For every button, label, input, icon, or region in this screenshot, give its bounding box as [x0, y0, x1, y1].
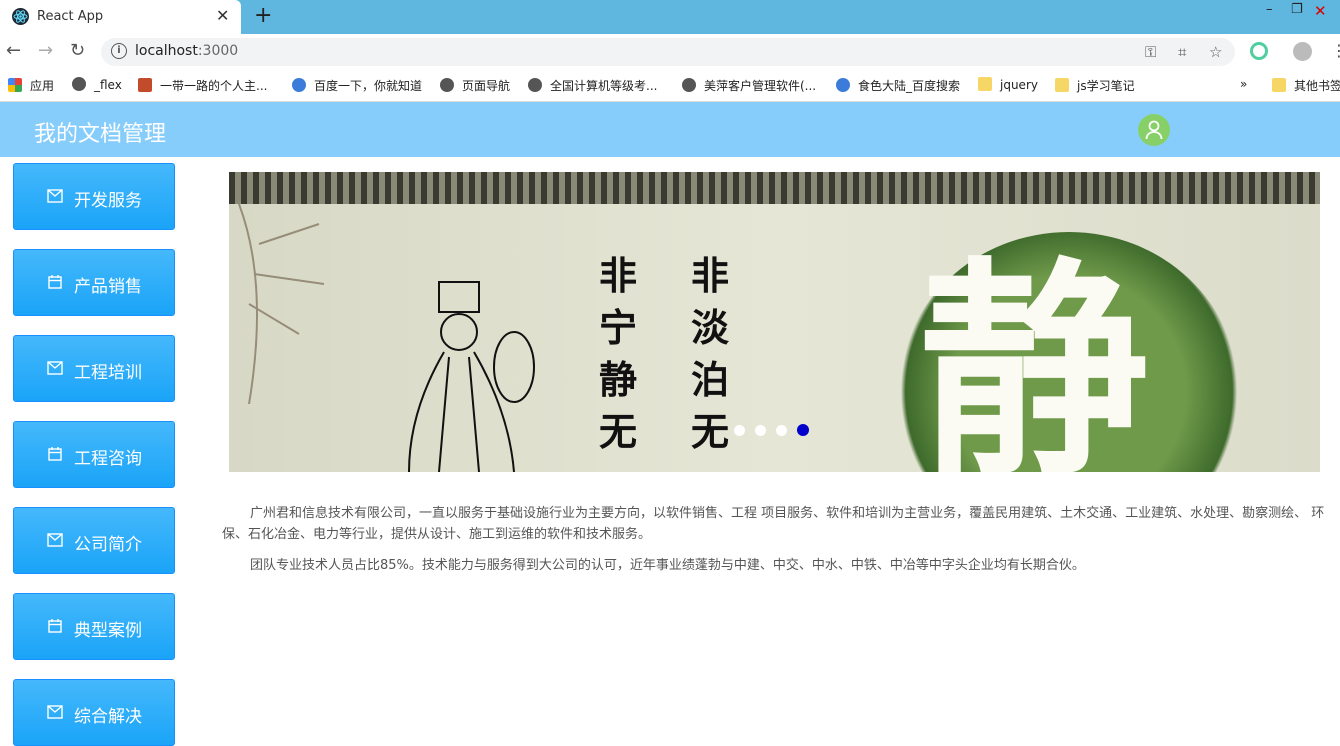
menu-kebab-icon[interactable]: ⋮ — [1331, 41, 1340, 60]
reload-icon[interactable]: ↻ — [70, 41, 85, 61]
intro-paragraph-2: 团队专业技术人员占比85%。技术能力与服务得到大公司的认可，近年事业绩蓬勃与中建… — [250, 558, 1085, 573]
folder-icon — [978, 77, 992, 91]
app-header: 我的文档管理 — [0, 102, 1340, 157]
browser-toolbar: ← → ↻ i localhost:3000 ⚿ ⌗ ☆ ⋮ — [0, 34, 1340, 70]
sidebar-item-dev-service[interactable]: 开发服务 — [13, 163, 175, 230]
mail-icon — [47, 189, 63, 203]
extension-icon[interactable] — [1250, 42, 1268, 60]
react-logo-icon — [12, 8, 29, 25]
banner-carousel: 非宁静无 非淡泊无 静 — [229, 172, 1320, 472]
poem-column-1: 非宁静无 — [599, 253, 638, 454]
bamboo-illustration — [238, 204, 325, 404]
bookmark-nav[interactable]: 页面导航 — [440, 77, 510, 94]
carousel-dot-3[interactable] — [776, 425, 787, 436]
bookmarks-bar: 应用 _flex 一带一路的个人主... 百度一下，你就知道 页面导航 全国计算… — [0, 70, 1340, 102]
apps-grid-icon — [8, 78, 22, 92]
user-avatar[interactable] — [1138, 114, 1170, 146]
mail-icon — [47, 533, 63, 547]
carousel-dot-4-active[interactable] — [797, 424, 809, 436]
sidebar-item-typical-cases[interactable]: 典型案例 — [13, 593, 175, 660]
window-close-button[interactable]: ✕ — [1314, 2, 1327, 20]
sidebar-item-label: 公司简介 — [74, 535, 142, 555]
intro-paragraph-1: 广州君和信息技术有限公司，一直以服务于基础设施行业为主要方向，以软件销售、工程 … — [222, 506, 1325, 542]
sidebar-item-company-profile[interactable]: 公司简介 — [13, 507, 175, 574]
bookmark-jquery[interactable]: jquery — [978, 77, 1038, 92]
baidu-paw-icon — [836, 78, 850, 92]
calligraphy-character: 静 — [919, 237, 1150, 472]
bookmark-baidu[interactable]: 百度一下，你就知道 — [292, 77, 422, 94]
globe-icon — [528, 78, 542, 92]
folder-icon — [1272, 78, 1286, 92]
star-icon[interactable]: ☆ — [1209, 43, 1222, 61]
bookmark-flex[interactable]: _flex — [72, 77, 122, 92]
calendar-icon — [48, 619, 62, 633]
translate-icon[interactable]: ⌗ — [1178, 43, 1186, 61]
scholar-figure-illustration — [408, 281, 535, 472]
sidebar-item-solutions[interactable]: 综合解决 — [13, 679, 175, 746]
globe-icon — [72, 77, 86, 91]
image-icon — [138, 78, 152, 92]
sidebar-item-engineering-training[interactable]: 工程培训 — [13, 335, 175, 402]
bookmark-meiping[interactable]: 美萍客户管理软件(... — [682, 77, 816, 94]
bookmark-js-notes[interactable]: js学习笔记 — [1055, 77, 1135, 94]
user-icon — [1145, 120, 1163, 140]
sidebar-item-label: 开发服务 — [74, 191, 142, 211]
folder-icon — [1055, 78, 1069, 92]
back-arrow-icon[interactable]: ← — [6, 41, 21, 61]
bookmark-exam[interactable]: 全国计算机等级考... — [528, 77, 657, 94]
browser-tab-strip: React App ✕ + – ❐ ✕ — [0, 0, 1340, 34]
mail-icon — [47, 705, 63, 719]
browser-tab[interactable]: React App ✕ — [0, 0, 241, 34]
banner-pattern-border — [229, 172, 1320, 204]
sidebar-item-label: 综合解决 — [74, 707, 142, 727]
app-title: 我的文档管理 — [34, 122, 167, 147]
tab-close-icon[interactable]: ✕ — [216, 6, 229, 25]
sidebar-item-label: 产品销售 — [74, 277, 142, 297]
carousel-dot-2[interactable] — [755, 425, 766, 436]
new-tab-button[interactable]: + — [254, 3, 272, 29]
minimize-button[interactable]: – — [1266, 2, 1273, 17]
carousel-dot-1[interactable] — [734, 425, 745, 436]
mail-icon — [47, 361, 63, 375]
address-bar[interactable]: i localhost:3000 ⚿ ⌗ ☆ — [101, 38, 1235, 66]
bookmark-search[interactable]: 食色大陆_百度搜索 — [836, 77, 960, 94]
url-text: localhost:3000 — [135, 43, 239, 59]
sidebar-item-product-sales[interactable]: 产品销售 — [13, 249, 175, 316]
key-icon[interactable]: ⚿ — [1145, 43, 1156, 61]
tab-title: React App — [37, 9, 104, 24]
site-info-icon[interactable]: i — [111, 43, 127, 59]
sidebar-item-label: 典型案例 — [74, 621, 142, 641]
sidebar-item-engineering-consulting[interactable]: 工程咨询 — [13, 421, 175, 488]
sidebar-item-label: 工程培训 — [74, 363, 142, 383]
globe-icon — [440, 78, 454, 92]
calendar-icon — [48, 447, 62, 461]
profile-icon[interactable] — [1293, 42, 1312, 61]
bookmark-personal[interactable]: 一带一路的个人主... — [138, 77, 267, 94]
bookmark-other[interactable]: 其他书签 — [1272, 77, 1340, 94]
calendar-icon — [48, 275, 62, 289]
bookmarks-overflow-icon[interactable]: » — [1240, 77, 1247, 91]
bookmark-apps[interactable]: 应用 — [8, 77, 54, 94]
forward-arrow-icon[interactable]: → — [38, 41, 53, 61]
globe-icon — [682, 78, 696, 92]
restore-button[interactable]: ❐ — [1291, 2, 1303, 17]
baidu-paw-icon — [292, 78, 306, 92]
sidebar-item-label: 工程咨询 — [74, 449, 142, 469]
